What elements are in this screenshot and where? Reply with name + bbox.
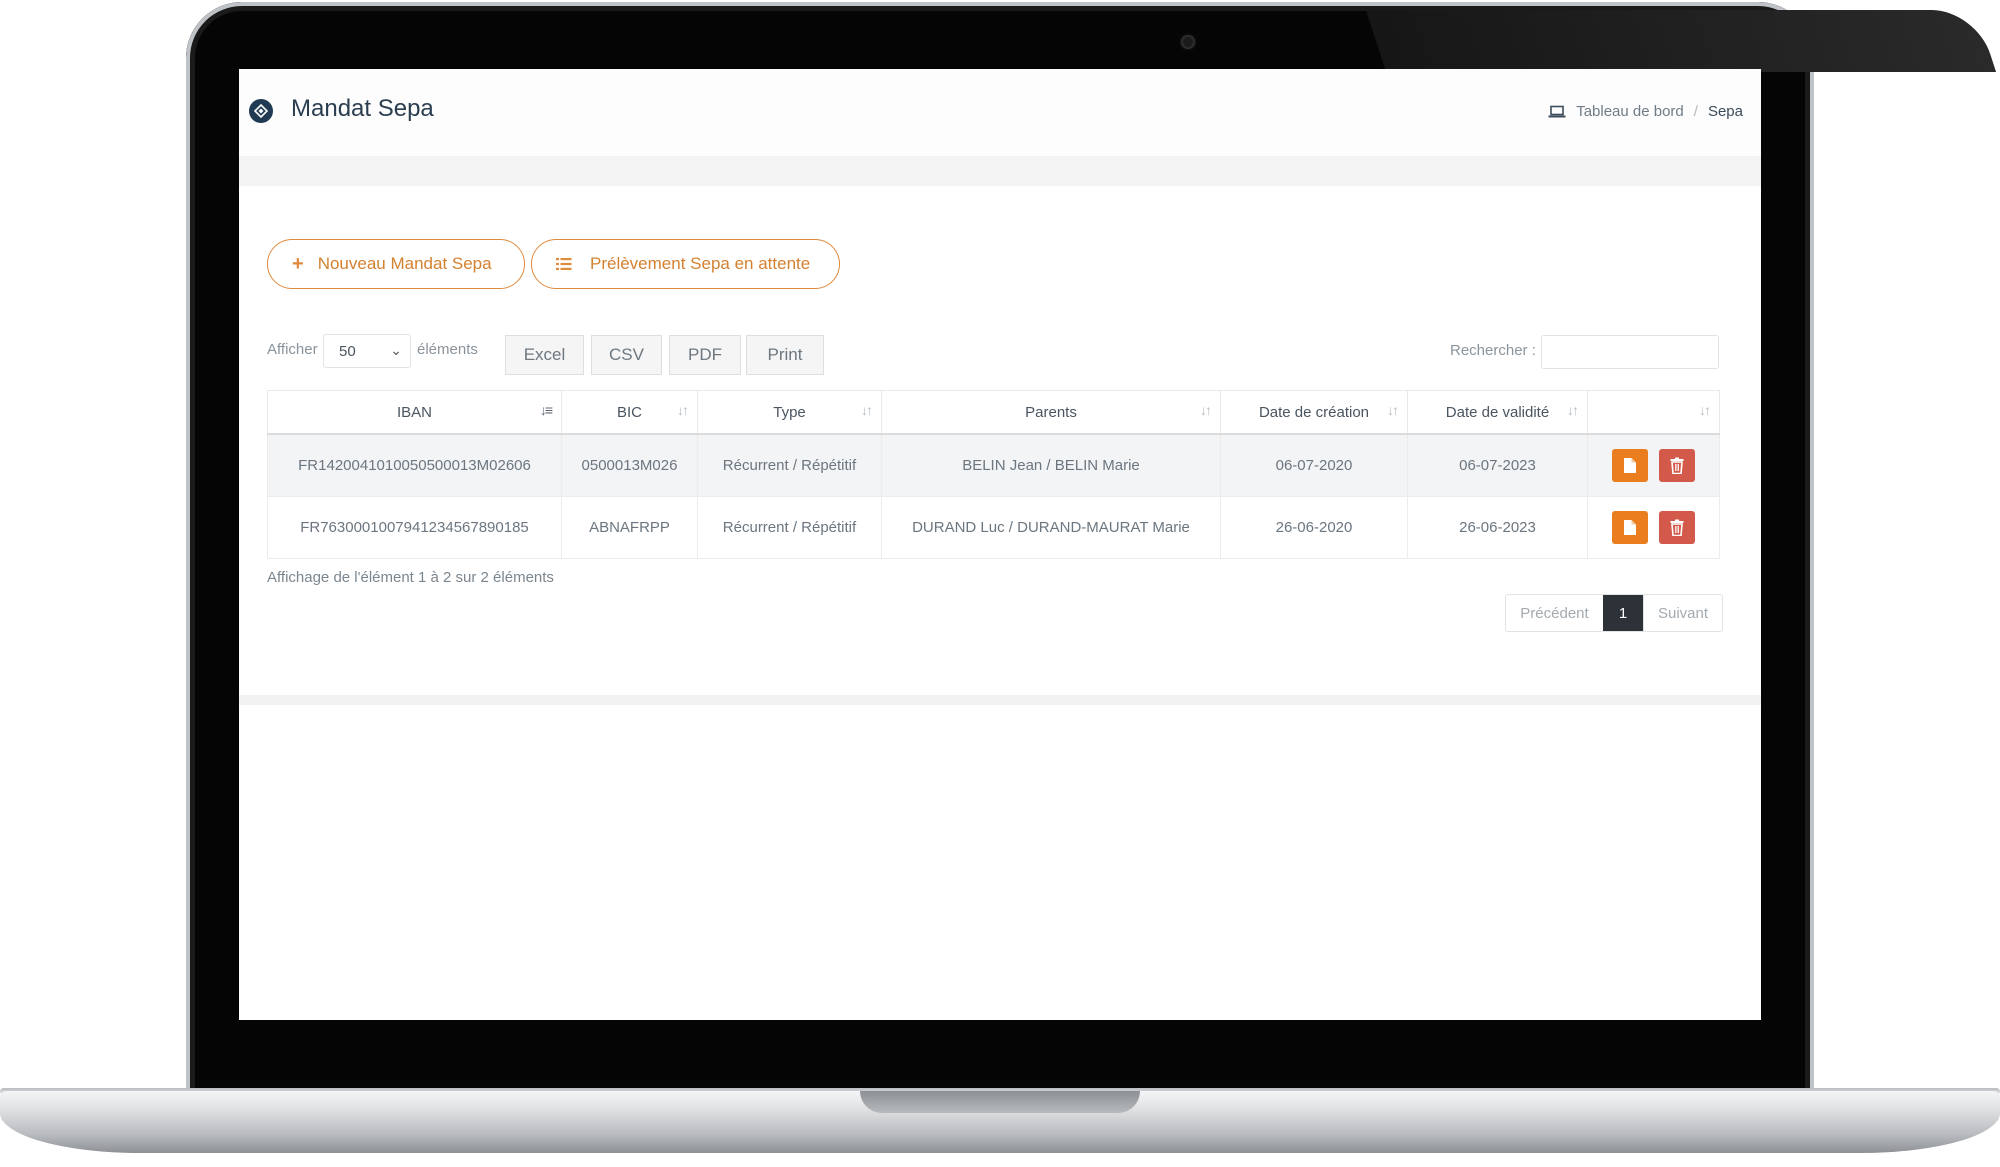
cell-type: Récurrent / Répétitif — [697, 496, 882, 559]
export-excel-button[interactable]: Excel — [505, 335, 584, 375]
search-label: Rechercher : — [1450, 342, 1536, 359]
webcam — [1181, 35, 1195, 49]
trash-icon — [1670, 519, 1684, 536]
page-size-value: 50 — [339, 343, 356, 360]
pagination: Précédent 1 Suivant — [1505, 594, 1723, 632]
breadcrumb-separator: / — [1693, 103, 1698, 120]
cell-parents: DURAND Luc / DURAND-MAURAT Marie — [881, 496, 1221, 559]
document-icon — [1624, 520, 1637, 535]
cell-created: 06-07-2020 — [1220, 433, 1408, 497]
view-document-button[interactable] — [1612, 449, 1649, 482]
chevron-down-icon: ⌄ — [390, 342, 402, 358]
column-header-actions[interactable]: ↓↑ — [1587, 390, 1720, 435]
pagination-next[interactable]: Suivant — [1643, 595, 1722, 631]
cell-valid: 06-07-2023 — [1407, 433, 1588, 497]
cell-bic: 0500013M026 — [561, 433, 698, 497]
elements-label: éléments — [417, 341, 478, 358]
table-row[interactable]: FR7630001007941234567890185 ABNAFRPP Réc… — [267, 496, 1720, 559]
show-label: Afficher — [267, 341, 318, 358]
sort-icon: ↓↑ — [1567, 402, 1579, 418]
table-info: Affichage de l'élément 1 à 2 sur 2 éléme… — [267, 569, 554, 586]
cell-parents: BELIN Jean / BELIN Marie — [881, 433, 1221, 497]
cell-created: 26-06-2020 — [1220, 496, 1408, 559]
sort-icon: ↓↑ — [1200, 402, 1212, 418]
app-screen: Mandat Sepa Tableau de bord / Sepa + Nou… — [239, 69, 1761, 1020]
new-mandate-button[interactable]: + Nouveau Mandat Sepa — [267, 239, 525, 289]
page-size-select[interactable]: 50 ⌄ — [323, 334, 411, 368]
document-icon — [1624, 458, 1637, 473]
sepa-logo-icon — [249, 99, 273, 123]
breadcrumb: Tableau de bord / Sepa — [1548, 103, 1743, 120]
delete-button[interactable] — [1658, 511, 1695, 544]
sort-icon: ↓↑ — [1699, 402, 1711, 418]
mandates-table: IBAN ↓≡ BIC ↓↑ Type ↓↑ Parents ↓↑ Date de cr… — [267, 390, 1720, 559]
column-header-type[interactable]: Type ↓↑ — [697, 390, 882, 435]
list-icon — [556, 258, 572, 270]
cell-actions — [1587, 433, 1720, 497]
table-header-row: IBAN ↓≡ BIC ↓↑ Type ↓↑ Parents ↓↑ Date de cr… — [267, 390, 1720, 435]
column-header-bic[interactable]: BIC ↓↑ — [561, 390, 698, 435]
table-row[interactable]: FR1420041010050500013M02606 0500013M026 … — [267, 433, 1720, 497]
breadcrumb-home-link[interactable]: Tableau de bord — [1576, 103, 1684, 120]
delete-button[interactable] — [1658, 449, 1695, 482]
header-divider — [239, 156, 1761, 186]
pending-debits-label: Prélèvement Sepa en attente — [590, 254, 811, 273]
new-mandate-label: Nouveau Mandat Sepa — [317, 254, 492, 273]
sort-icon: ↓↑ — [677, 402, 689, 418]
card-bottom-divider — [239, 695, 1761, 705]
column-header-validity[interactable]: Date de validité ↓↑ — [1407, 390, 1588, 435]
column-header-iban[interactable]: IBAN ↓≡ — [267, 390, 562, 435]
sort-asc-icon: ↓≡ — [539, 402, 553, 418]
sort-icon: ↓↑ — [861, 402, 873, 418]
cell-iban: FR1420041010050500013M02606 — [267, 433, 562, 497]
cell-actions — [1587, 496, 1720, 559]
view-document-button[interactable] — [1612, 511, 1649, 544]
print-button[interactable]: Print — [746, 335, 824, 375]
page-header: Mandat Sepa Tableau de bord / Sepa — [239, 69, 1761, 157]
plus-icon: + — [292, 252, 304, 275]
column-header-created[interactable]: Date de création ↓↑ — [1220, 390, 1408, 435]
cell-iban: FR7630001007941234567890185 — [267, 496, 562, 559]
page-title: Mandat Sepa — [291, 95, 434, 122]
pagination-previous[interactable]: Précédent — [1506, 595, 1603, 631]
export-csv-button[interactable]: CSV — [591, 335, 662, 375]
column-header-parents[interactable]: Parents ↓↑ — [881, 390, 1221, 435]
sort-icon: ↓↑ — [1387, 402, 1399, 418]
laptop-icon — [1548, 105, 1566, 117]
pagination-page-1[interactable]: 1 — [1603, 595, 1643, 631]
cell-bic: ABNAFRPP — [561, 496, 698, 559]
laptop-notch — [860, 1091, 1140, 1113]
cell-type: Récurrent / Répétitif — [697, 433, 882, 497]
breadcrumb-current: Sepa — [1707, 103, 1743, 120]
search-input[interactable] — [1541, 335, 1719, 369]
lid-reflection — [1365, 10, 1997, 72]
trash-icon — [1670, 457, 1684, 474]
cell-valid: 26-06-2023 — [1407, 496, 1588, 559]
pending-debits-button[interactable]: Prélèvement Sepa en attente — [531, 239, 840, 289]
export-pdf-button[interactable]: PDF — [669, 335, 741, 375]
